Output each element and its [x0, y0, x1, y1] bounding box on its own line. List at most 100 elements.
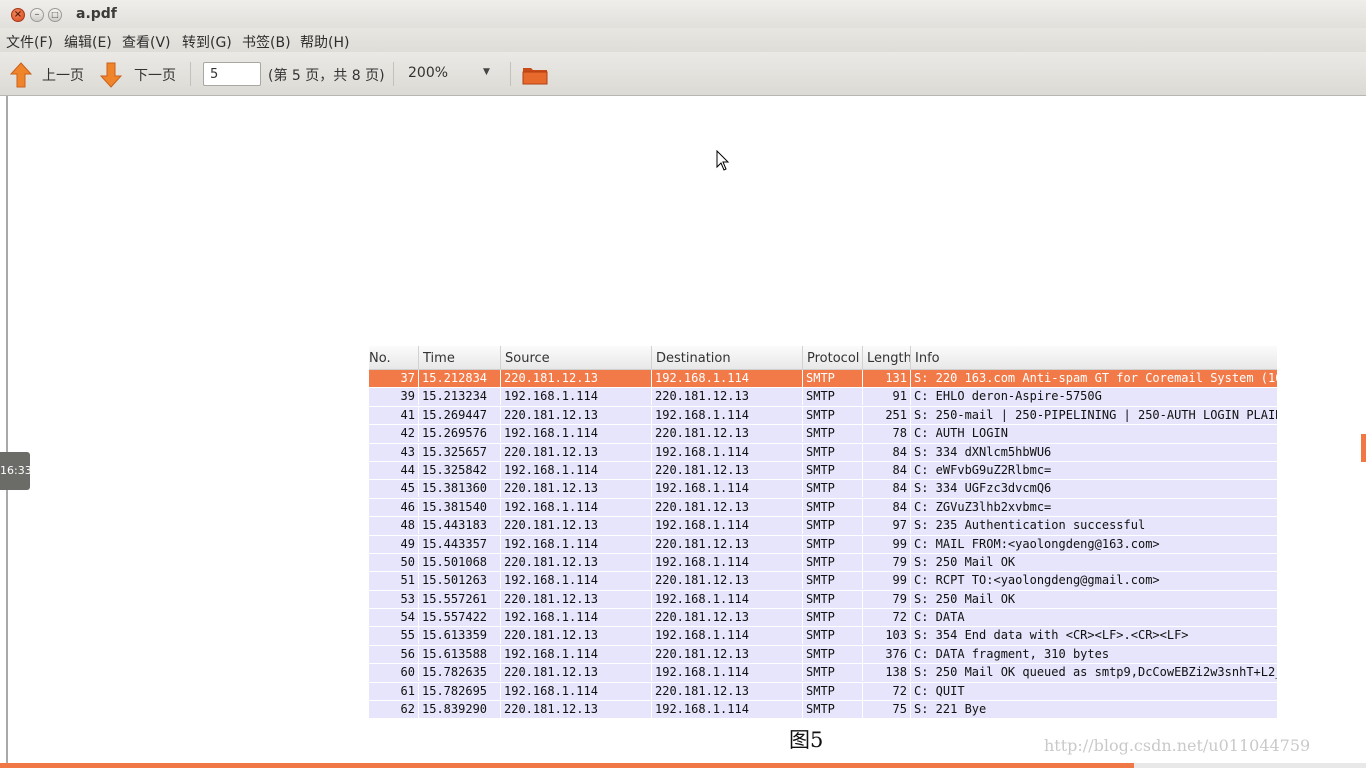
zoom-select[interactable]: 200% ▼ [400, 62, 500, 86]
cell-source: 220.181.12.13 [501, 590, 652, 608]
watermark: http://blog.csdn.net/u011044759 [1044, 736, 1311, 755]
table-row[interactable]: 46 15.381540 192.168.1.114 220.181.12.13 SMT… [369, 498, 1277, 518]
cell-length: 84 [863, 498, 911, 516]
table-row[interactable]: 53 15.557261 220.181.12.13 192.168.1.114 SMT… [369, 590, 1277, 610]
cell-source: 220.181.12.13 [501, 664, 652, 682]
cell-length: 251 [863, 406, 911, 424]
cell-time: 15.501263 [419, 572, 501, 590]
cell-time: 15.443357 [419, 535, 501, 553]
table-row[interactable]: 61 15.782695 192.168.1.114 220.181.12.13 SMT… [369, 682, 1277, 702]
cell-info: C: DATA fragment, 310 bytes [914, 646, 1110, 661]
menu-view[interactable]: 查看(V) [122, 32, 171, 52]
table-row[interactable]: 62 15.839290 220.181.12.13 192.168.1.114 SMT… [369, 701, 1277, 720]
table-row[interactable]: 54 15.557422 192.168.1.114 220.181.12.13 SMT… [369, 609, 1277, 628]
table-row[interactable]: 48 15.443183 220.181.12.13 192.168.1.114 SMT… [369, 517, 1277, 536]
scrollbar-thumb[interactable] [1361, 434, 1366, 462]
page-border [6, 96, 8, 763]
close-icon: × [13, 9, 23, 20]
column-header-info: Info [915, 351, 940, 366]
cell-time: 15.381360 [419, 480, 501, 498]
cell-time: 15.269447 [419, 406, 501, 424]
reading-progress-bar [0, 763, 1134, 768]
cell-info: C: MAIL FROM:<yaolongdeng@163.com> [914, 536, 1160, 551]
table-row[interactable]: 49 15.443357 192.168.1.114 220.181.12.13 SMT… [369, 535, 1277, 554]
cell-time: 15.325842 [419, 461, 501, 479]
window-close-button[interactable]: × [11, 8, 25, 22]
cell-info: C: RCPT TO:<yaolongdeng@gmail.com> [914, 573, 1160, 588]
cell-length: 84 [863, 480, 911, 498]
cell-info: C: EHLO deron-Aspire-5750G [914, 389, 1102, 404]
cell-time: 15.557261 [419, 590, 501, 608]
cell-length: 99 [863, 572, 911, 590]
cell-no: 54 [369, 609, 419, 627]
cell-info: S: 250 Mail OK queued as smtp9,DcCowEBZi… [914, 665, 1277, 680]
document-view[interactable]: 16:33 No. Time Source Destination Protoc… [0, 96, 1366, 763]
cell-info: S: 220 163.com Anti-spam GT for Coremail… [914, 371, 1277, 385]
table-row[interactable]: 45 15.381360 220.181.12.13 192.168.1.114 SMT… [369, 480, 1277, 499]
column-header-protocol: Protocol [803, 346, 863, 369]
toolbar-separator [510, 62, 511, 86]
page-number-input[interactable] [203, 62, 261, 86]
cell-source: 192.168.1.114 [501, 388, 652, 406]
cell-info: C: ZGVuZ3lhb2xvbmc= [914, 499, 1052, 514]
table-row[interactable]: 39 15.213234 192.168.1.114 220.181.12.13 SMT… [369, 388, 1277, 407]
cell-no: 53 [369, 590, 419, 608]
window-maximize-button[interactable]: □ [48, 8, 62, 22]
cell-destination: 192.168.1.114 [652, 406, 803, 424]
cell-protocol: SMTP [803, 645, 863, 663]
table-row[interactable]: 44 15.325842 192.168.1.114 220.181.12.13 SMT… [369, 461, 1277, 481]
cell-length: 78 [863, 425, 911, 443]
cell-length: 103 [863, 627, 911, 645]
table-row[interactable]: 51 15.501263 192.168.1.114 220.181.12.13 SMT… [369, 572, 1277, 591]
cell-destination: 192.168.1.114 [652, 517, 803, 535]
cell-protocol: SMTP [803, 682, 863, 700]
column-header-length: Length [863, 346, 911, 369]
arrow-up-icon [10, 62, 32, 88]
menu-go[interactable]: 转到(G) [182, 32, 232, 52]
table-row[interactable]: 42 15.269576 192.168.1.114 220.181.12.13 SMT… [369, 425, 1277, 444]
previous-page-label: 上一页 [42, 68, 84, 84]
cell-source: 192.168.1.114 [501, 425, 652, 443]
column-header-no: No. [365, 346, 419, 369]
menu-file[interactable]: 文件(F) [6, 32, 53, 52]
menu-edit[interactable]: 编辑(E) [64, 32, 112, 52]
cell-destination: 192.168.1.114 [652, 370, 803, 387]
cell-source: 192.168.1.114 [501, 461, 652, 479]
cell-destination: 192.168.1.114 [652, 627, 803, 645]
cell-protocol: SMTP [803, 425, 863, 443]
folder-icon [522, 68, 548, 85]
table-row[interactable]: 43 15.325657 220.181.12.13 192.168.1.114 SMT… [369, 443, 1277, 462]
table-row[interactable]: 37 15.212834 220.181.12.13 192.168.1.114 SMT… [369, 370, 1277, 389]
open-folder-button[interactable] [520, 62, 550, 88]
previous-page-button[interactable]: 上一页 [8, 60, 92, 88]
cell-length: 79 [863, 590, 911, 608]
cell-protocol: SMTP [803, 627, 863, 645]
menu-bookmarks[interactable]: 书签(B) [242, 32, 291, 52]
table-row[interactable]: 55 15.613359 220.181.12.13 192.168.1.114 SMT… [369, 627, 1277, 646]
table-row[interactable]: 56 15.613588 192.168.1.114 220.181.12.13 SMT… [369, 645, 1277, 665]
cell-destination: 220.181.12.13 [652, 645, 803, 663]
cell-source: 192.168.1.114 [501, 645, 652, 663]
cell-time: 15.381540 [419, 498, 501, 516]
next-page-button[interactable]: 下一页 [98, 60, 182, 88]
cell-destination: 192.168.1.114 [652, 480, 803, 498]
column-header-source: Source [501, 346, 652, 369]
cell-no: 62 [369, 701, 419, 719]
cell-time: 15.557422 [419, 609, 501, 627]
cell-info: C: eWFvbG9uZ2Rlbmc= [914, 462, 1052, 477]
table-row[interactable]: 60 15.782635 220.181.12.13 192.168.1.114 SMT… [369, 664, 1277, 683]
cell-destination: 220.181.12.13 [652, 498, 803, 516]
cell-time: 15.269576 [419, 425, 501, 443]
cell-no: 51 [369, 572, 419, 590]
table-row[interactable]: 50 15.501068 220.181.12.13 192.168.1.114 SMT… [369, 553, 1277, 573]
cell-destination: 192.168.1.114 [652, 590, 803, 608]
cell-length: 72 [863, 609, 911, 627]
window-minimize-button[interactable]: – [30, 8, 44, 22]
menu-help[interactable]: 帮助(H) [300, 32, 349, 52]
clock-widget: 16:33 [0, 452, 32, 490]
cell-source: 220.181.12.13 [501, 627, 652, 645]
cell-info: S: 354 End data with <CR><LF>.<CR><LF> [914, 628, 1189, 643]
menu-bar: 文件(F) 编辑(E) 查看(V) 转到(G) 书签(B) 帮助(H) [0, 28, 1366, 52]
figure-caption: 图5 [789, 728, 824, 752]
table-row[interactable]: 41 15.269447 220.181.12.13 192.168.1.114 SMT… [369, 406, 1277, 426]
